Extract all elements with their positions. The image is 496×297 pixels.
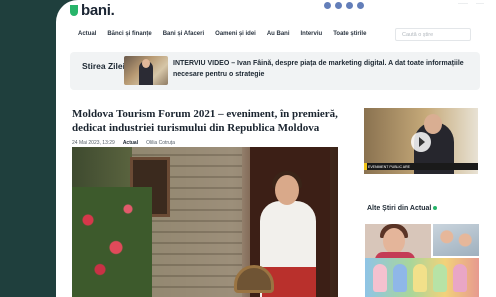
- page-card: bani. ····· ···· Actual Bănci și finanțe…: [56, 0, 496, 297]
- youtube-icon[interactable]: [346, 2, 353, 9]
- article-hero-image: [72, 147, 338, 297]
- green-dot-icon: [433, 206, 438, 211]
- article-title: Moldova Tourism Forum 2021 – eveniment, …: [72, 108, 338, 134]
- social-icons: [324, 2, 364, 9]
- stirea-zilei-bar[interactable]: Stirea Zilei INTERVIU VIDEO – Ivan Fâină…: [70, 52, 480, 90]
- video-caption: EVENIMENT PUBLIC ARE: [364, 163, 478, 170]
- telegram-icon[interactable]: [357, 2, 364, 9]
- instagram-icon[interactable]: [335, 2, 342, 9]
- stirea-zilei-thumbnail[interactable]: [124, 56, 168, 85]
- nav-item-oameni[interactable]: Oameni și idei: [215, 31, 256, 37]
- top-link[interactable]: ····: [476, 1, 484, 7]
- facebook-icon[interactable]: [324, 2, 331, 9]
- play-icon[interactable]: [411, 132, 431, 152]
- top-link[interactable]: ·····: [458, 1, 468, 7]
- search-input[interactable]: Caută o știre: [395, 28, 471, 41]
- nav-item-actual[interactable]: Actual: [78, 31, 96, 37]
- related-news-thumbnail[interactable]: [433, 224, 479, 256]
- article-category[interactable]: Actual: [123, 140, 138, 146]
- stirea-zilei-link[interactable]: INTERVIU VIDEO – Ivan Fâină, despre piaț…: [173, 58, 473, 80]
- nav-item-bani-afaceri[interactable]: Bani și Afaceri: [163, 31, 204, 37]
- article-author: Olilia Cotruța: [146, 140, 175, 146]
- sidebar-video-player[interactable]: EVENIMENT PUBLIC ARE: [364, 108, 478, 174]
- related-news-thumbnail[interactable]: [365, 258, 479, 297]
- logo-text: bani.: [81, 2, 115, 19]
- nav-item-banci[interactable]: Bănci și finanțe: [107, 31, 151, 37]
- alte-stiri-heading: Alte Știri din Actual: [367, 205, 438, 212]
- nav-item-toate-stirile[interactable]: Toate știrile: [333, 31, 366, 37]
- nav-item-au-bani[interactable]: Au Bani: [267, 31, 290, 37]
- logo-mark-icon: [70, 5, 78, 16]
- site-logo[interactable]: bani.: [70, 2, 115, 19]
- article-meta: 24 Mai 2023, 13:29 Actual Olilia Cotruța: [72, 140, 175, 146]
- nav-item-interviu[interactable]: Interviu: [301, 31, 323, 37]
- article-date: 24 Mai 2023, 13:29: [72, 140, 115, 146]
- top-links: ····· ····: [458, 1, 484, 7]
- main-nav: Actual Bănci și finanțe Bani și Afaceri …: [78, 31, 366, 37]
